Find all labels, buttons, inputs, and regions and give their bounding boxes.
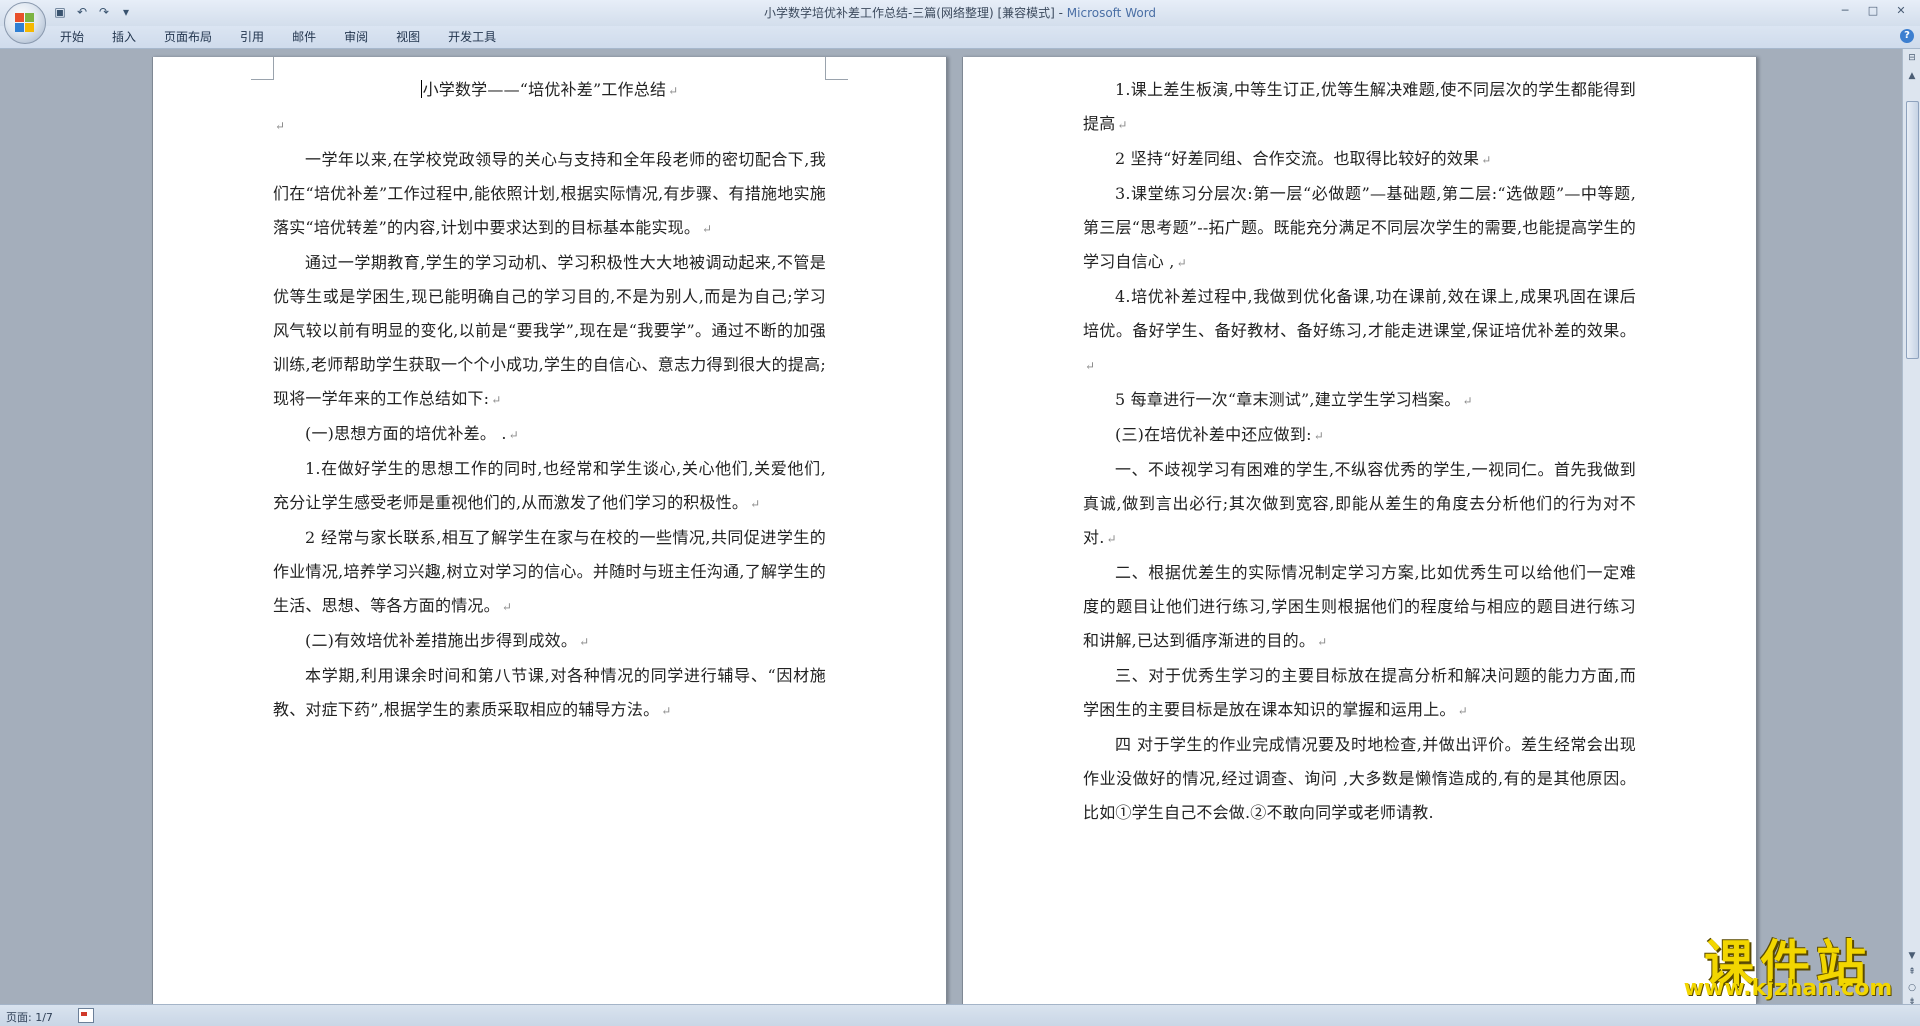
paragraph-text: 2 坚持“好差同组、合作交流。也取得比较好的效果	[1115, 149, 1480, 168]
office-logo-icon	[15, 13, 35, 33]
paragraph-mark-icon: ↵	[1106, 532, 1117, 546]
paragraph-text: 小学数学——“培优补差”工作总结	[422, 80, 667, 99]
document-title: 小学数学培优补差工作总结-三篇(网络整理) [兼容模式] -	[763, 6, 1067, 20]
window-controls: ─ □ ✕	[1832, 2, 1914, 20]
paragraph[interactable]: 1.在做好学生的思想工作的同时,也经常和学生谈心,关心他们,关爱他们,充分让学生…	[273, 452, 826, 521]
paragraph[interactable]: 2 经常与家长联系,相互了解学生在家与在校的一些情况,共同促进学生的作业情况,培…	[273, 521, 826, 624]
paragraph-text: 一学年以来,在学校党政领导的关心与支持和全年段老师的密切配合下,我们在“培优补差…	[273, 150, 826, 237]
crop-mark	[251, 57, 274, 80]
paragraph-text: 三、对于优秀生学习的主要目标放在提高分析和解决问题的能力方面,而学困生的主要目标…	[1083, 666, 1636, 719]
status-bar: 页面: 1/7	[0, 1004, 1920, 1026]
tab-references[interactable]: 引用	[240, 29, 280, 45]
paragraph-mark-icon: ↵	[661, 704, 672, 718]
paragraph-mark-icon: ↵	[668, 84, 679, 98]
tab-view[interactable]: 视图	[396, 29, 436, 45]
paragraph-text: 一、不歧视学习有困难的学生,不纵容优秀的学生,一视同仁。首先我做到真诚,做到言出…	[1083, 460, 1636, 547]
paragraph-mark-icon: ↵	[1481, 153, 1492, 167]
paragraph[interactable]: (三)在培优补差中还应做到: ↵	[1083, 418, 1636, 453]
paragraph-mark-icon: ↵	[501, 600, 513, 614]
paragraph-mark-icon: ↵	[1462, 394, 1473, 408]
window-title: 小学数学培优补差工作总结-三篇(网络整理) [兼容模式] - Microsoft…	[0, 4, 1920, 21]
paragraph[interactable]: 小学数学——“培优补差”工作总结 ↵	[273, 73, 826, 108]
ruler-toggle-icon[interactable]: ⊟	[1905, 51, 1919, 65]
help-icon[interactable]: ?	[1900, 29, 1914, 43]
watermark-url: www.kjzhan.com	[1683, 976, 1893, 1001]
paragraph-text: 本学期,利用课余时间和第八节课,对各种情况的同学进行辅导、“因材施教、对症下药”…	[273, 666, 826, 719]
page-1[interactable]: 小学数学——“培优补差”工作总结 ↵ ↵ 一学年以来,在学校党政领导的关心与支持和全年…	[152, 57, 947, 1004]
proofing-icon[interactable]	[78, 1008, 94, 1023]
document-workspace: 小学数学——“培优补差”工作总结 ↵ ↵ 一学年以来,在学校党政领导的关心与支持和全年…	[0, 49, 1902, 1004]
watermark-logo: 课件站 www.kjzhan.com	[1668, 924, 1908, 1002]
scroll-up-icon[interactable]: ▲	[1905, 69, 1919, 83]
paragraph-mark-icon: ↵	[750, 497, 761, 511]
paragraph-mark-icon: ↵	[1085, 359, 1096, 373]
tab-insert[interactable]: 插入	[112, 29, 152, 45]
paragraph[interactable]: 3.课堂练习分层次:第一层“必做题”—基础题,第二层:“选做题”—中等题,第三层…	[1083, 177, 1636, 280]
paragraph-mark-icon: ↵	[508, 428, 519, 442]
paragraph-mark-icon: ↵	[579, 635, 590, 649]
page-indicator[interactable]: 页面: 1/7	[6, 1009, 53, 1025]
paragraph-text: (二)有效培优补差措施出步得到成效。	[305, 631, 578, 650]
vertical-scrollbar[interactable]: ⊟ ▲ ▼ ⇞ ○ ⇟	[1902, 49, 1920, 1007]
paragraph-mark-icon: ↵	[1317, 635, 1328, 649]
paragraph[interactable]: 4.培优补差过程中,我做到优化备课,功在课前,效在课上,成果巩固在课后培优。备好…	[1083, 280, 1636, 383]
paragraph-text: 4.培优补差过程中,我做到优化备课,功在课前,效在课上,成果巩固在课后培优。备好…	[1083, 287, 1636, 340]
paragraph-mark-icon: ↵	[702, 222, 713, 236]
paragraph[interactable]: 一、不歧视学习有困难的学生,不纵容优秀的学生,一视同仁。首先我做到真诚,做到言出…	[1083, 453, 1636, 556]
page-1-text[interactable]: 小学数学——“培优补差”工作总结 ↵ ↵ 一学年以来,在学校党政领导的关心与支持和全年…	[273, 73, 826, 728]
paragraph-mark-icon: ↵	[1117, 118, 1128, 132]
page-2-text[interactable]: 1.课上差生板演,中等生订正,优等生解决难题,使不同层次的学生都能得到提高 ↵ 2 …	[1083, 73, 1636, 831]
paragraph[interactable]: 5 每章进行一次“章末测试”,建立学生学习档案。 ↵	[1083, 383, 1636, 418]
paragraph[interactable]: 1.课上差生板演,中等生订正,优等生解决难题,使不同层次的学生都能得到提高 ↵	[1083, 73, 1636, 142]
paragraph[interactable]: 通过一学期教育,学生的学习动机、学习积极性大大地被调动起来,不管是优等生或是学困…	[273, 246, 826, 417]
tab-review[interactable]: 审阅	[344, 29, 384, 45]
tab-home[interactable]: 开始	[60, 29, 100, 45]
paragraph[interactable]: 三、对于优秀生学习的主要目标放在提高分析和解决问题的能力方面,而学困生的主要目标…	[1083, 659, 1636, 728]
ribbon-tab-bar: 开始 插入 页面布局 引用 邮件 审阅 视图 开发工具 ?	[0, 26, 1920, 49]
ribbon-tabs: 开始 插入 页面布局 引用 邮件 审阅 视图 开发工具	[60, 29, 524, 45]
paragraph[interactable]: 一学年以来,在学校党政领导的关心与支持和全年段老师的密切配合下,我们在“培优补差…	[273, 143, 826, 246]
minimize-button[interactable]: ─	[1832, 2, 1858, 20]
paragraph-text: (三)在培优补差中还应做到:	[1115, 425, 1312, 444]
paragraph-text: 1.课上差生板演,中等生订正,优等生解决难题,使不同层次的学生都能得到提高	[1083, 80, 1636, 133]
office-button[interactable]	[4, 2, 46, 44]
paragraph-text: 1.在做好学生的思想工作的同时,也经常和学生谈心,关心他们,关爱他们,充分让学生…	[273, 459, 826, 512]
paragraph[interactable]: 四 对于学生的作业完成情况要及时地检查,并做出评价。差生经常会出现作业没做好的情…	[1083, 728, 1636, 831]
paragraph-text: 3.课堂练习分层次:第一层“必做题”—基础题,第二层:“选做题”—中等题,第三层…	[1083, 184, 1636, 271]
paragraph[interactable]: (二)有效培优补差措施出步得到成效。 ↵	[273, 624, 826, 659]
scroll-thumb[interactable]	[1906, 101, 1919, 359]
tab-page-layout[interactable]: 页面布局	[164, 29, 228, 45]
paragraph[interactable]: 2 坚持“好差同组、合作交流。也取得比较好的效果 ↵	[1083, 142, 1636, 177]
paragraph[interactable]: 本学期,利用课余时间和第八节课,对各种情况的同学进行辅导、“因材施教、对症下药”…	[273, 659, 826, 728]
paragraph-text: 四 对于学生的作业完成情况要及时地检查,并做出评价。差生经常会出现作业没做好的情…	[1083, 735, 1636, 822]
paragraph-mark-icon: ↵	[275, 119, 286, 133]
paragraph-text: 5 每章进行一次“章末测试”,建立学生学习档案。	[1115, 390, 1461, 409]
close-button[interactable]: ✕	[1888, 2, 1914, 20]
app-name: Microsoft Word	[1066, 6, 1157, 20]
tab-mailings[interactable]: 邮件	[292, 29, 332, 45]
paragraph-text: (一)思想方面的培优补差。 .	[305, 424, 507, 443]
crop-mark	[825, 57, 848, 80]
paragraph[interactable]: (一)思想方面的培优补差。 . ↵	[273, 417, 826, 452]
maximize-button[interactable]: □	[1860, 2, 1886, 20]
paragraph-mark-icon: ↵	[491, 393, 502, 407]
text-cursor	[420, 80, 422, 98]
paragraph-mark-icon: ↵	[1457, 704, 1468, 718]
tab-developer[interactable]: 开发工具	[448, 29, 512, 45]
paragraph-mark-icon: ↵	[1176, 256, 1187, 270]
paragraph[interactable]: ↵	[273, 108, 826, 143]
title-bar: ▣ ↶ ↷ ▾ 小学数学培优补差工作总结-三篇(网络整理) [兼容模式] - M…	[0, 0, 1920, 44]
paragraph-text: 通过一学期教育,学生的学习动机、学习积极性大大地被调动起来,不管是优等生或是学困…	[273, 253, 826, 408]
paragraph-text: 二、根据优差生的实际情况制定学习方案,比如优秀生可以给他们一定难度的题目让他们进…	[1083, 563, 1636, 650]
page-2[interactable]: 1.课上差生板演,中等生订正,优等生解决难题,使不同层次的学生都能得到提高 ↵ 2 …	[962, 57, 1757, 1004]
paragraph[interactable]: 二、根据优差生的实际情况制定学习方案,比如优秀生可以给他们一定难度的题目让他们进…	[1083, 556, 1636, 659]
paragraph-mark-icon: ↵	[1313, 429, 1324, 443]
paragraph-text: 2 经常与家长联系,相互了解学生在家与在校的一些情况,共同促进学生的作业情况,培…	[273, 528, 826, 615]
